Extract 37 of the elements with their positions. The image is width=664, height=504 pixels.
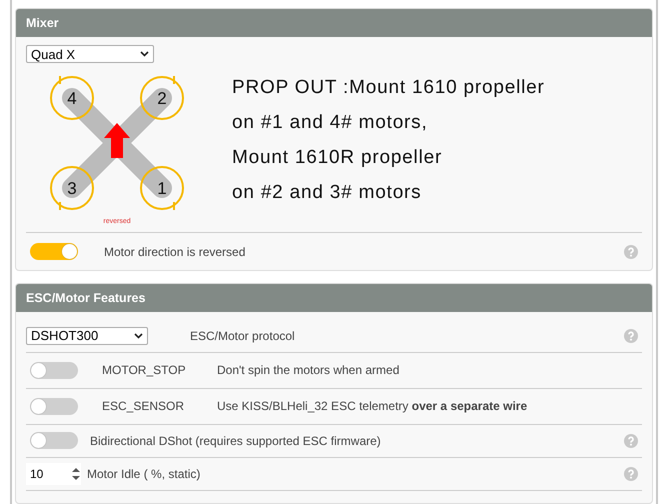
feature-name: MOTOR_STOP: [102, 363, 187, 378]
number-input[interactable]: 10: [26, 462, 81, 485]
rotation-ring: [140, 166, 184, 210]
field-label: ESC/Motor protocol: [190, 328, 295, 343]
feature-description: Bidirectional DShot (requires supported ESC firmware): [90, 434, 381, 448]
spinner-icon[interactable]: [71, 466, 81, 482]
toggle-switch[interactable]: [30, 432, 78, 450]
motor-number: 4: [67, 88, 77, 108]
mixer-select[interactable]: Quad X: [26, 45, 154, 63]
toggle-switch[interactable]: [30, 362, 78, 379]
motor-number: 2: [157, 88, 167, 108]
feature-description: Don't spin the motors when armed: [217, 363, 400, 378]
toggle-switch[interactable]: [30, 243, 78, 260]
propeller-note: PROP OUT :Mount 1610 propeller: [232, 76, 545, 100]
field-label: Motor Idle ( %, static): [87, 466, 200, 481]
panel-title: Mixer: [16, 9, 652, 37]
propeller-note: on #2 and 3# motors: [232, 180, 422, 204]
toggle-label: Motor direction is reversed: [104, 244, 246, 258]
motor-number: 3: [67, 178, 77, 198]
panel-title: ESC/Motor Features: [16, 284, 652, 312]
arrow-icon: [104, 122, 130, 158]
feature-name: ESC_SENSOR: [102, 399, 186, 414]
rotation-ring: [140, 76, 184, 120]
help-icon[interactable]: [624, 244, 638, 258]
help-icon[interactable]: [624, 434, 638, 448]
motor-number: 1: [157, 178, 167, 198]
toggle-switch[interactable]: [30, 398, 78, 415]
protocol-select[interactable]: DSHOT300: [26, 326, 148, 345]
rotation-ring: [50, 76, 94, 120]
propeller-note: on #1 and 4# motors,: [232, 110, 429, 134]
feature-description: Use KISS/BLHeli_32 ESC telemetry over a separate wire: [217, 399, 528, 414]
rotation-ring: [50, 166, 94, 210]
caret-icon: [134, 332, 143, 339]
caret-icon: [140, 51, 149, 57]
propeller-note: Mount 1610R propeller: [232, 146, 444, 170]
help-icon[interactable]: [624, 466, 638, 481]
help-icon[interactable]: [624, 328, 638, 343]
